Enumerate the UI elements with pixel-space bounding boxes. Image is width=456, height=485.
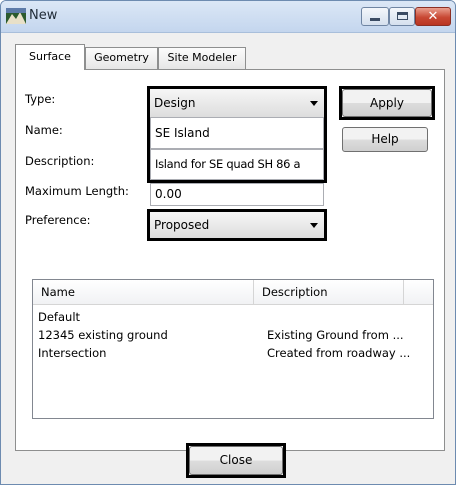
app-icon <box>6 8 26 24</box>
chevron-down-icon <box>310 223 318 228</box>
type-label: Type: <box>25 92 56 106</box>
description-value: Island for SE quad SH 86 a <box>155 157 301 171</box>
list-item-description: Created from roadway ... <box>267 346 411 360</box>
close-window-button[interactable]: ✕ <box>415 7 451 26</box>
type-dropdown[interactable]: Design <box>150 89 324 117</box>
chevron-down-icon <box>310 101 318 106</box>
new-dialog: New ✕ Surface Geometry Site Modeler Type… <box>0 0 456 485</box>
tab-surface[interactable]: Surface <box>15 44 85 70</box>
preference-label: Preference: <box>25 213 91 227</box>
maximum-length-label: Maximum Length: <box>25 184 129 198</box>
list-header: Name Description <box>33 280 433 305</box>
preference-dropdown[interactable]: Proposed <box>150 212 324 238</box>
name-field[interactable]: SE Island <box>150 117 324 149</box>
close-icon: ✕ <box>427 9 439 24</box>
description-label: Description: <box>25 154 95 168</box>
help-button[interactable]: Help <box>342 127 428 152</box>
maximize-button[interactable] <box>389 7 415 26</box>
tab-geometry[interactable]: Geometry <box>85 47 158 69</box>
column-header-description[interactable]: Description <box>254 280 404 304</box>
list-item-name: Default <box>38 310 81 324</box>
column-header-name[interactable]: Name <box>33 280 254 304</box>
list-item-description: Existing Ground from ... <box>267 328 404 342</box>
name-value: SE Island <box>155 126 210 140</box>
type-value: Design <box>154 96 196 110</box>
name-label: Name: <box>25 123 63 137</box>
maximum-length-value: 0.00 <box>155 187 182 201</box>
maximize-icon <box>397 12 408 20</box>
list-item[interactable]: 12345 existing ground Existing Ground fr… <box>33 328 433 344</box>
preference-value: Proposed <box>154 218 210 232</box>
window-title: New <box>29 8 58 23</box>
list-item-name: 12345 existing ground <box>38 328 168 342</box>
minimize-button[interactable] <box>361 7 389 26</box>
title-bar[interactable]: New ✕ <box>1 1 455 33</box>
surface-list[interactable]: Name Description Default 12345 existing … <box>32 279 434 419</box>
maximum-length-field[interactable]: 0.00 <box>150 183 324 206</box>
list-item[interactable]: Intersection Created from roadway ... <box>33 346 433 362</box>
list-item[interactable]: Default <box>33 310 433 326</box>
description-field[interactable]: Island for SE quad SH 86 a <box>150 149 324 180</box>
apply-button[interactable]: Apply <box>342 89 432 117</box>
tab-site-modeler[interactable]: Site Modeler <box>158 47 246 69</box>
minimize-icon <box>370 18 380 21</box>
close-button[interactable]: Close <box>189 446 283 475</box>
list-item-name: Intersection <box>38 346 107 360</box>
